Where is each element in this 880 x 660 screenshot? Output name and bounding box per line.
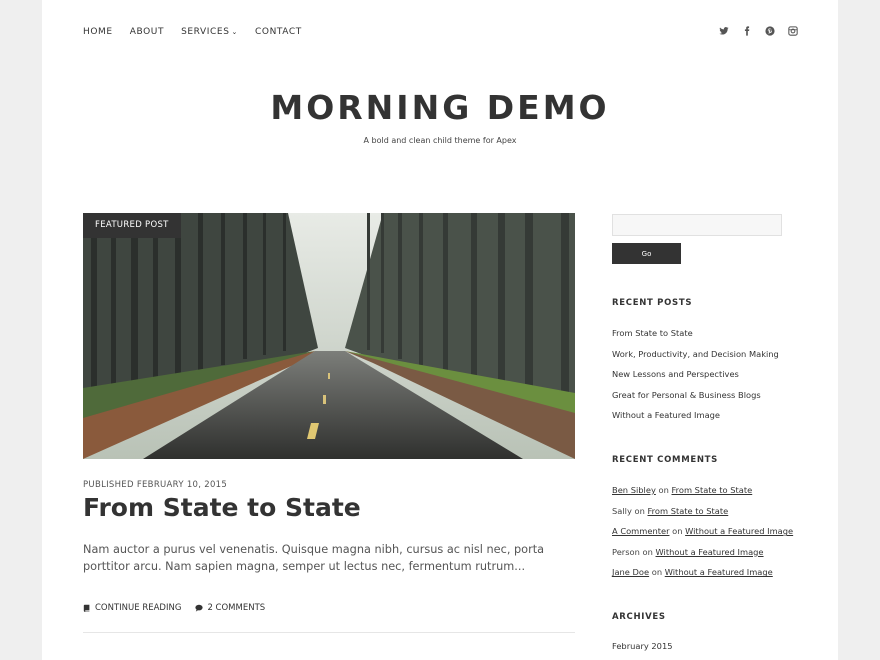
pinterest-icon[interactable] [765,26,775,36]
comments-link[interactable]: 2 COMMENTS [195,603,265,613]
recent-post-link[interactable]: From State to State [612,328,693,338]
list-item: Person on Without a Featured Image [612,545,793,566]
instagram-icon[interactable] [788,26,798,36]
post-excerpt: Nam auctor a purus vel venenatis. Quisqu… [83,543,545,573]
comment-on: on [642,546,653,557]
book-icon [83,604,90,612]
post-links: CONTINUE READING 2 COMMENTS [83,603,265,613]
comment-icon [195,604,204,612]
search-input[interactable] [612,214,782,236]
comment-on: on [651,567,663,578]
comment-author-link[interactable]: Ben Sibley [612,485,656,495]
post-date: PUBLISHED FEBRUARY 10, 2015 [83,480,228,490]
comment-post-link[interactable]: Without a Featured Image [656,547,764,557]
recent-posts-title: RECENT POSTS [612,298,693,308]
comments-label: 2 COMMENTS [207,603,266,613]
list-item: A Commenter on Without a Featured Image [612,524,793,545]
nav-contact[interactable]: CONTACT [255,27,302,37]
post-title[interactable]: From State to State [83,493,361,522]
comment-author-link[interactable]: A Commenter [612,526,669,536]
twitter-icon[interactable] [719,26,729,36]
comment-post-link[interactable]: Without a Featured Image [665,567,773,577]
featured-image[interactable] [83,213,575,459]
comment-author: Person [612,546,640,557]
list-item: February 2015 [612,639,673,660]
archives-title: ARCHIVES [612,612,666,622]
recent-posts-list: From State to State Work, Productivity, … [612,326,779,429]
archive-link[interactable]: February 2015 [612,641,673,651]
continue-reading-label: CONTINUE READING [95,603,182,613]
nav-services[interactable]: SERVICES ⌄ [181,27,238,37]
comment-on: on [672,526,683,537]
recent-post-link[interactable]: Work, Productivity, and Decision Making [612,349,779,359]
search-go-button[interactable]: Go [612,243,681,264]
list-item: Sally on From State to State [612,504,793,525]
comment-post-link[interactable]: From State to State [671,485,752,495]
facebook-icon[interactable] [742,26,752,36]
list-item: Jane Doe on Without a Featured Image [612,565,793,586]
list-item: From State to State [612,326,779,347]
continue-reading-link[interactable]: CONTINUE READING [83,603,181,613]
recent-comments-list: Ben Sibley on From State to State Sally … [612,483,793,586]
recent-post-link[interactable]: Great for Personal & Business Blogs [612,390,761,400]
recent-post-link[interactable]: New Lessons and Perspectives [612,369,739,379]
comment-on: on [658,485,669,495]
chevron-down-icon: ⌄ [231,28,238,36]
list-item: Great for Personal & Business Blogs [612,388,779,409]
list-item: New Lessons and Perspectives [612,367,779,388]
list-item: Ben Sibley on From State to State [612,483,793,504]
archives-list: February 2015 [612,639,673,660]
list-item: Without a Featured Image [612,408,779,429]
comment-post-link[interactable]: From State to State [648,506,729,516]
featured-post-badge: FEATURED POST [83,213,181,238]
post-divider [83,632,575,633]
comment-post-link[interactable]: Without a Featured Image [685,526,793,536]
recent-comments-title: RECENT COMMENTS [612,455,718,465]
comment-author-link[interactable]: Jane Doe [612,567,649,577]
social-icons [719,26,798,36]
comment-author: Sally [612,505,632,516]
list-item: Work, Productivity, and Decision Making [612,347,779,368]
recent-post-link[interactable]: Without a Featured Image [612,410,720,420]
site-title[interactable]: MORNING DEMO [42,88,838,127]
comment-on: on [634,505,645,516]
nav-services-label: SERVICES [181,27,230,37]
nav-about[interactable]: ABOUT [130,27,164,37]
nav-home[interactable]: HOME [83,27,113,37]
main-nav: HOME ABOUT SERVICES ⌄ CONTACT [83,27,319,37]
site-tagline: A bold and clean child theme for Apex [363,136,517,145]
page: HOME ABOUT SERVICES ⌄ CONTACT MORNING DEM… [42,0,838,660]
